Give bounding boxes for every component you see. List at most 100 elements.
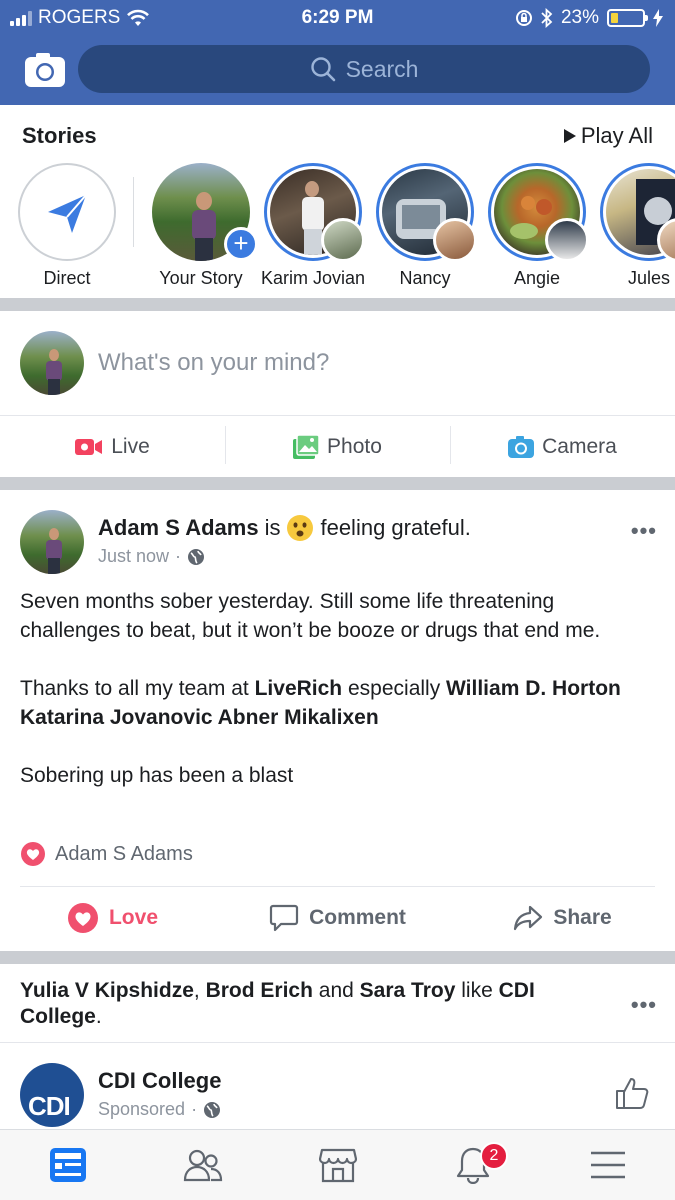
page-logo[interactable]: CDI <box>20 1063 84 1127</box>
sponsored-label[interactable]: Sponsored <box>98 1099 185 1120</box>
status-input[interactable]: What's on your mind? <box>98 349 329 377</box>
love-icon <box>67 903 98 933</box>
story-label: Jules <box>627 268 671 288</box>
thanks-mid: especially <box>347 677 441 700</box>
sponsored-post: Yulia V Kipshidze, Brod Erich and Sara T… <box>0 964 675 1129</box>
meta-dot: · <box>175 546 182 566</box>
photo-button[interactable]: Photo <box>225 416 450 477</box>
globe-icon <box>204 1101 221 1118</box>
like-page-icon[interactable] <box>615 1076 649 1110</box>
tab-news-feed[interactable] <box>0 1130 135 1200</box>
post-author[interactable]: Adam S Adams <box>98 515 259 541</box>
story-label: Your Story <box>159 268 243 288</box>
reactions-summary[interactable]: Adam S Adams <box>20 841 193 867</box>
story-direct[interactable]: Direct <box>11 163 123 289</box>
comment-icon <box>269 904 299 932</box>
company-mention[interactable]: LiveRich <box>255 677 343 700</box>
story-jules[interactable]: Jules <box>593 163 675 289</box>
post-paragraph: Seven months sober yesterday. Still some… <box>20 590 601 642</box>
search-input[interactable]: Search <box>78 45 650 93</box>
tab-menu[interactable] <box>540 1130 675 1200</box>
post-author-avatar[interactable] <box>20 510 84 574</box>
story-mini-avatar <box>433 218 477 262</box>
photo-icon <box>293 434 320 459</box>
user-avatar[interactable] <box>20 331 84 395</box>
status-right: 23% <box>515 7 663 29</box>
post-body: Seven months sober yesterday. Still some… <box>20 587 650 819</box>
liker-name[interactable]: Yulia V Kipshidze <box>20 979 194 1002</box>
camera-button[interactable]: Camera <box>450 416 675 477</box>
rotation-lock-icon <box>515 10 532 26</box>
marketplace-icon <box>318 1148 357 1183</box>
search-placeholder: Search <box>345 55 419 82</box>
live-button[interactable]: Live <box>0 416 225 477</box>
liker-name[interactable]: Sara Troy <box>360 979 456 1002</box>
thanks-prefix: Thanks to all my team at <box>20 677 249 700</box>
story-label: Direct <box>43 268 91 288</box>
comment-button[interactable]: Comment <box>225 888 450 948</box>
story-ring <box>488 163 589 262</box>
love-label: Love <box>108 906 158 929</box>
ad-more-icon[interactable]: ••• <box>631 992 657 1018</box>
globe-icon <box>188 548 205 565</box>
page-name[interactable]: CDI College <box>98 1068 221 1094</box>
camera-icon <box>508 435 535 458</box>
reactor-name: Adam S Adams <box>55 842 193 865</box>
bluetooth-icon <box>541 8 553 28</box>
charging-icon <box>653 9 663 27</box>
story-label: Nancy <box>399 268 451 288</box>
notification-badge: 2 <box>480 1142 508 1170</box>
feeling-text: feeling grateful. <box>320 515 471 540</box>
status-bar: ROGERS 6:29 PM 23% <box>0 0 675 34</box>
love-reaction-icon <box>21 842 45 866</box>
stories-tray: Stories Play All Direct + Your Story Kar… <box>0 105 675 298</box>
friends-icon <box>183 1149 222 1182</box>
post-more-icon[interactable]: ••• <box>631 518 657 544</box>
story-ring <box>376 163 477 262</box>
post-actions: Love Comment Share <box>0 888 675 948</box>
liker-name[interactable]: Brod Erich <box>206 979 313 1002</box>
ad-divider <box>0 1042 675 1043</box>
post-paragraph: Thanks to all my team at LiveRich especi… <box>20 674 650 732</box>
love-button[interactable]: Love <box>0 888 225 948</box>
story-karim-jovian[interactable]: Karim Jovian <box>257 163 369 289</box>
meta-dot: · <box>191 1099 198 1119</box>
bottom-tab-bar: 2 <box>0 1129 675 1200</box>
section-separator <box>0 298 675 311</box>
paper-plane-icon <box>48 194 87 233</box>
story-label: Karim Jovian <box>260 268 366 288</box>
menu-icon <box>590 1151 625 1179</box>
tab-friends[interactable] <box>135 1130 270 1200</box>
sponsored-meta: Sponsored · <box>98 1099 221 1120</box>
post-time[interactable]: Just now <box>98 546 169 567</box>
tab-notifications[interactable]: 2 <box>405 1130 540 1200</box>
battery-icon <box>607 9 648 27</box>
play-all-button[interactable]: Play All <box>563 123 653 149</box>
top-bar: ROGERS 6:29 PM 23% Search <box>0 0 675 105</box>
social-context: Yulia V Kipshidze, Brod Erich and Sara T… <box>20 978 600 1030</box>
story-nancy[interactable]: Nancy <box>369 163 481 289</box>
story-mini-avatar <box>545 218 589 262</box>
composer-actions: Live Photo Camera <box>0 415 675 477</box>
story-ring <box>600 163 675 262</box>
live-video-icon <box>75 438 103 455</box>
section-separator <box>0 951 675 964</box>
comment-label: Comment <box>309 906 406 929</box>
tab-marketplace[interactable] <box>270 1130 405 1200</box>
add-story-icon[interactable]: + <box>224 227 258 261</box>
camera-icon[interactable] <box>24 52 66 88</box>
share-label: Share <box>553 906 612 929</box>
camera-label: Camera <box>542 434 617 458</box>
share-button[interactable]: Share <box>450 888 675 948</box>
logo-text: CDI <box>28 1091 71 1121</box>
story-avatar: + <box>152 163 258 261</box>
like-word: like <box>461 979 493 1002</box>
news-feed-icon <box>49 1148 86 1182</box>
story-your-story[interactable]: + Your Story <box>145 163 258 289</box>
composer: What's on your mind? Live Photo Camera <box>0 311 675 477</box>
photo-label: Photo <box>327 434 382 458</box>
story-ring <box>264 163 365 262</box>
grateful-emoji-icon <box>287 515 314 541</box>
story-angie[interactable]: Angie <box>481 163 593 289</box>
comma: , <box>193 979 200 1002</box>
